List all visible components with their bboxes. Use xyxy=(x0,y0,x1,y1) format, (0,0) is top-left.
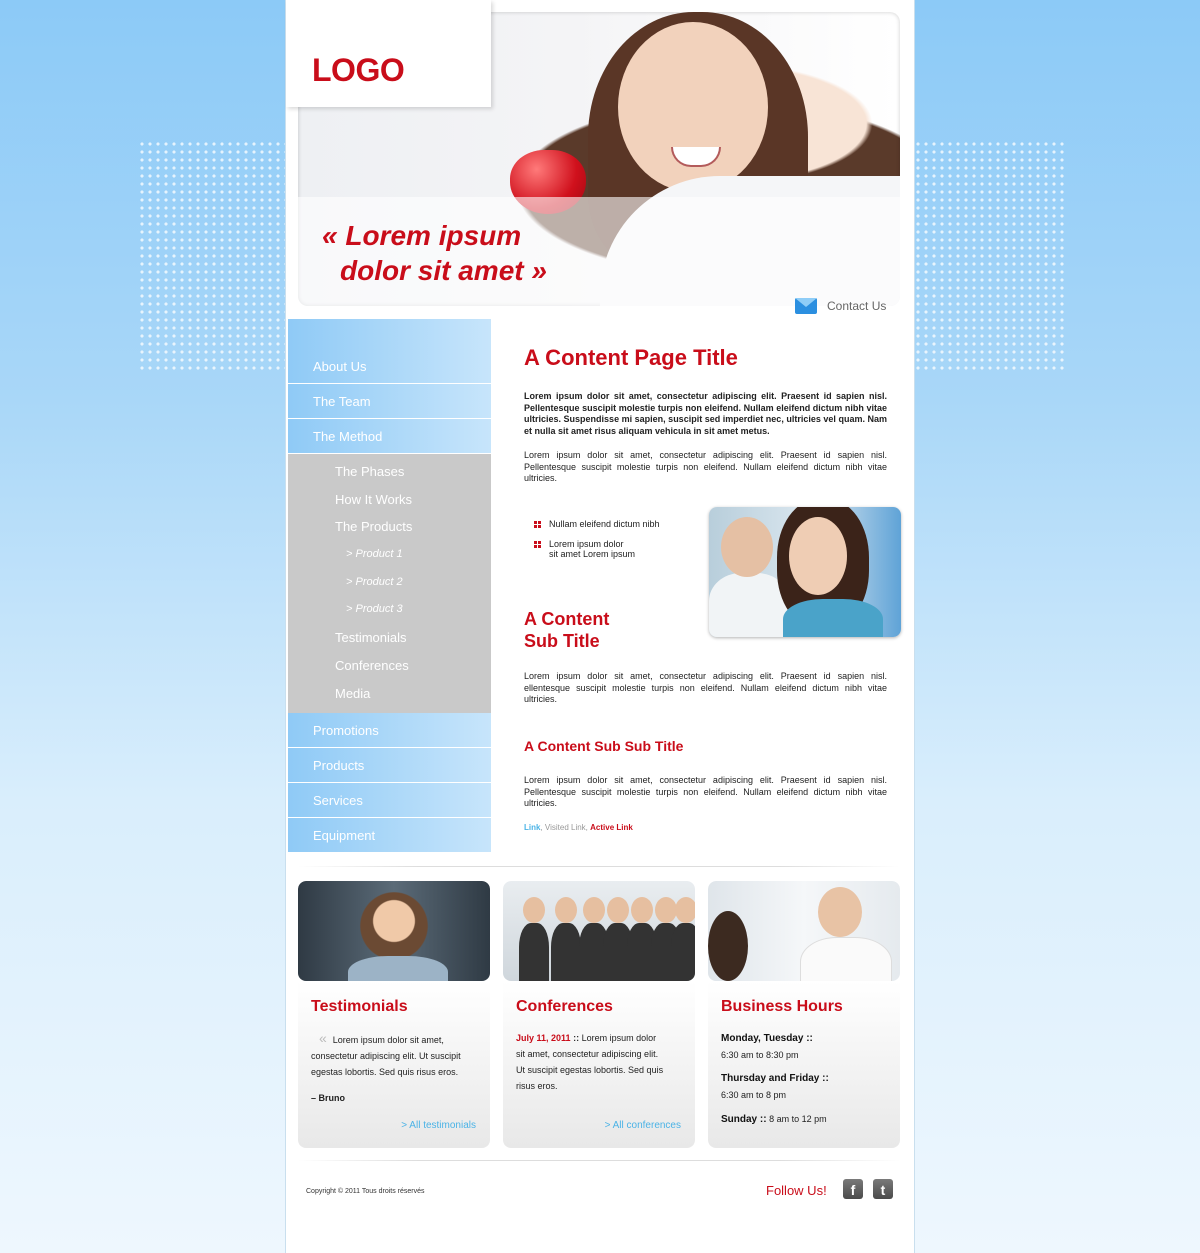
paragraph-1: Lorem ipsum dolor sit amet, consectetur … xyxy=(524,449,887,484)
main-content: A Content Page Title Lorem ipsum dolor s… xyxy=(524,345,901,832)
page-container: « Lorem ipsum dolor sit amet » LOGO Cont… xyxy=(286,0,914,1253)
sample-active-link[interactable]: Active Link xyxy=(590,823,633,832)
conference-date: July 11, 2011 xyxy=(516,1033,571,1043)
copyright: Copyright © 2011 Tous droits réservés xyxy=(306,1188,425,1195)
conferences-title: Conferences xyxy=(516,998,613,1015)
paragraph-2: Lorem ipsum dolor sit amet, consectetur … xyxy=(524,671,887,705)
sample-visited-link[interactable]: Visited Link xyxy=(545,823,586,832)
page-title: A Content Page Title xyxy=(524,345,738,370)
subtitle-line1: A Content xyxy=(524,609,610,629)
intro-paragraph: Lorem ipsum dolor sit amet, consectetur … xyxy=(524,391,887,437)
bullet-icon xyxy=(534,541,541,548)
subnav-item-how-it-works[interactable]: How It Works xyxy=(288,490,491,518)
subnav-item-the-products[interactable]: The Products xyxy=(288,517,491,545)
twitter-icon[interactable]: t xyxy=(873,1179,893,1199)
facebook-icon[interactable]: f xyxy=(843,1179,863,1199)
sidebar-item-the-method[interactable]: The Method xyxy=(288,419,491,454)
conferences-text: July 11, 2011 :: Lorem ipsum dolor sit a… xyxy=(516,1030,666,1094)
footer-divider xyxy=(298,1160,900,1161)
doctors-photo-scrubs xyxy=(783,599,883,637)
subnav-item-the-phases[interactable]: The Phases xyxy=(288,462,491,490)
subnav-item-testimonials[interactable]: Testimonials xyxy=(288,628,491,656)
logo-box[interactable]: LOGO xyxy=(286,0,491,107)
hero-quote-line1: « Lorem ipsum xyxy=(322,220,522,251)
bullet-text-line2: sit amet Lorem ipsum xyxy=(549,549,636,559)
subnav-item-conferences[interactable]: Conferences xyxy=(288,656,491,684)
mail-icon xyxy=(795,298,817,314)
background-dots-left xyxy=(138,140,288,370)
bullet-text: Lorem ipsum dolor sit amet Lorem ipsum xyxy=(549,539,635,559)
bullet-text-line1: Lorem ipsum dolor xyxy=(549,539,624,549)
business-hours-list: Monday, Tuesday :: 6:30 am to 8:30 pm Th… xyxy=(721,1031,871,1128)
hours-time-2: 6:30 am to 8 pm xyxy=(721,1090,787,1100)
all-conferences-link[interactable]: > All conferences xyxy=(605,1120,681,1131)
list-item: Nullam eleifend dictum nibh xyxy=(534,519,660,529)
content-subsubtitle: A Content Sub Sub Title xyxy=(524,738,684,754)
testimonials-text: «Lorem ipsum dolor sit amet, consectetur… xyxy=(311,1030,461,1106)
sidebar-item-services[interactable]: Services xyxy=(288,783,491,819)
all-testimonials-link[interactable]: > All testimonials xyxy=(401,1120,476,1131)
subnav-item-product-2[interactable]: > Product 2 xyxy=(288,573,491,601)
quote-icon: « xyxy=(319,1030,327,1046)
follow-us-label: Follow Us! xyxy=(766,1183,827,1198)
logo[interactable]: LOGO xyxy=(312,52,405,89)
contact-us-link[interactable]: Contact Us xyxy=(795,298,886,314)
subnav-item-media[interactable]: Media xyxy=(288,684,491,712)
conferences-card: Conferences July 11, 2011 :: Lorem ipsum… xyxy=(503,881,695,1148)
sidebar-item-equipment[interactable]: Equipment xyxy=(288,818,491,854)
hours-day-3: Sunday :: xyxy=(721,1114,767,1125)
testimonials-card: Testimonials «Lorem ipsum dolor sit amet… xyxy=(298,881,490,1148)
doctors-photo-doctor-face xyxy=(721,517,773,577)
conference-separator: :: xyxy=(573,1033,580,1043)
subnav-item-product-3[interactable]: > Product 3 xyxy=(288,600,491,628)
bullet-text: Nullam eleifend dictum nibh xyxy=(549,519,660,529)
hours-time-1: 6:30 am to 8:30 pm xyxy=(721,1050,799,1060)
content-subtitle: A Content Sub Title xyxy=(524,608,609,652)
doctors-photo-woman-face xyxy=(789,517,847,595)
background-dots-right xyxy=(914,140,1064,370)
hours-day-2: Thursday and Friday :: xyxy=(721,1073,829,1084)
testimonial-quote: Lorem ipsum dolor sit amet, consectetur … xyxy=(311,1035,461,1077)
sidebar-item-about-us[interactable]: About Us xyxy=(288,319,491,384)
business-hours-title: Business Hours xyxy=(721,998,843,1015)
sidebar-item-promotions[interactable]: Promotions xyxy=(288,713,491,749)
hours-row-3: Sunday :: 8 am to 12 pm xyxy=(721,1111,871,1128)
hero-quote-line2: dolor sit amet » xyxy=(340,255,547,286)
doctors-photo xyxy=(709,507,901,637)
contact-us-label[interactable]: Contact Us xyxy=(827,299,886,313)
sidebar-nav: About Us The Team The Method The Phases … xyxy=(288,319,491,854)
subtitle-line2: Sub Title xyxy=(524,631,600,651)
content-divider xyxy=(298,866,900,867)
conferences-photo xyxy=(503,881,695,981)
hours-time-3: 8 am to 12 pm xyxy=(769,1114,827,1124)
hero-quote: « Lorem ipsum dolor sit amet » xyxy=(322,218,547,288)
business-hours-card: Business Hours Monday, Tuesday :: 6:30 a… xyxy=(708,881,900,1148)
sidebar-item-the-team[interactable]: The Team xyxy=(288,384,491,419)
paragraph-3: Lorem ipsum dolor sit amet, consectetur … xyxy=(524,775,887,809)
list-item: Lorem ipsum dolor sit amet Lorem ipsum xyxy=(534,539,660,559)
bullet-list: Nullam eleifend dictum nibh Lorem ipsum … xyxy=(534,519,660,569)
testimonial-author: – Bruno xyxy=(311,1093,346,1103)
bullet-icon xyxy=(534,521,541,528)
sidebar-item-products[interactable]: Products xyxy=(288,748,491,784)
hours-day-1: Monday, Tuesday :: xyxy=(721,1033,813,1044)
business-hours-photo xyxy=(708,881,900,981)
sidebar-subnav: The Phases How It Works The Products > P… xyxy=(288,454,491,714)
testimonials-photo xyxy=(298,881,490,981)
sample-link[interactable]: Link xyxy=(524,823,540,832)
link-samples: Link, Visited Link, Active Link xyxy=(524,823,633,832)
testimonials-title: Testimonials xyxy=(311,998,408,1015)
subnav-item-product-1[interactable]: > Product 1 xyxy=(288,545,491,573)
